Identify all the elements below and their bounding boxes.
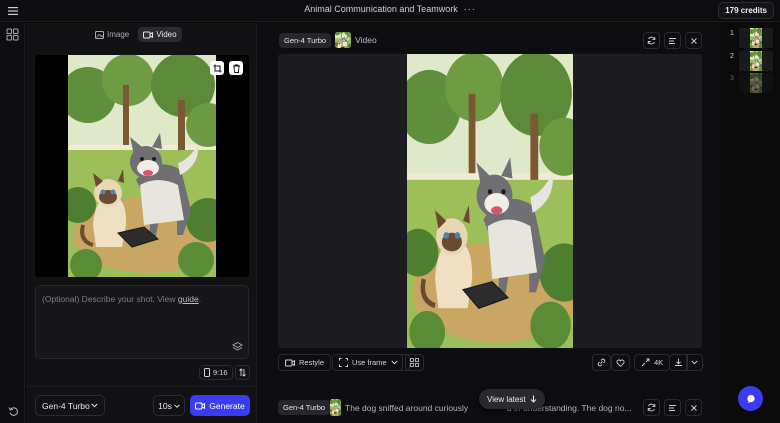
arrow-down-icon: [530, 395, 537, 403]
grid-icon[interactable]: [6, 28, 19, 41]
upscale-4k-button[interactable]: 4K: [634, 354, 671, 371]
history-icon[interactable]: [8, 406, 19, 417]
aspect-ratio-label: 9:16: [213, 368, 228, 377]
navigator-index: 1: [730, 30, 734, 37]
generated-video-frame: [407, 54, 573, 348]
view-latest-label: View latest: [487, 394, 526, 404]
model-chip: Gen-4 Turbo: [278, 400, 331, 415]
prompt-input[interactable]: (Optional) Describe your shot. View guid…: [35, 285, 249, 359]
generation-panel: Image Video (Optional) Describe your sho…: [26, 23, 257, 423]
download-options[interactable]: [686, 354, 703, 371]
favorite-button[interactable]: [611, 354, 630, 371]
link-icon: [597, 358, 606, 367]
rerun-icon[interactable]: [643, 399, 660, 416]
upscale-icon: [641, 358, 650, 367]
output-prompt-head: The dog sniffed around curiously: [345, 403, 469, 413]
use-frame-label: Use frame: [352, 358, 387, 367]
source-image-preview: [35, 55, 249, 277]
output-navigator: 1 2 3: [722, 23, 780, 423]
navigator-thumbnail: [739, 28, 773, 48]
close-icon[interactable]: [685, 32, 702, 49]
chat-icon: [746, 394, 756, 404]
output-kind: Video: [355, 35, 377, 45]
layers-icon[interactable]: [232, 341, 243, 352]
navigator-index: 3: [730, 75, 734, 82]
tab-image-label: Image: [107, 30, 130, 39]
more-options-icon[interactable]: ···: [464, 4, 476, 14]
card-actions: [643, 32, 702, 49]
tab-image[interactable]: Image: [90, 27, 134, 42]
view-latest-button[interactable]: View latest: [479, 389, 545, 409]
output-card-header: Gen-4 Turbo Video: [279, 32, 377, 48]
generate-button[interactable]: Generate: [190, 395, 250, 416]
source-thumbnail[interactable]: [330, 399, 341, 416]
phone-icon: [204, 368, 210, 377]
output-feed: Gen-4 Turbo Video Restyle Use frame 4K G…: [258, 23, 720, 423]
upscale-4k-label: 4K: [654, 358, 664, 367]
close-icon[interactable]: [685, 399, 702, 416]
chat-support-button[interactable]: [738, 386, 763, 411]
output-actions: Restyle Use frame 4K: [278, 354, 703, 371]
navigator-index: 2: [730, 53, 734, 60]
model-select[interactable]: Gen-4 Turbo: [35, 395, 105, 416]
use-frame-dropdown[interactable]: [387, 354, 403, 371]
source-thumbnail[interactable]: [335, 32, 351, 48]
mode-toggle: Image Video: [90, 27, 182, 42]
prompt-placeholder-text: (Optional) Describe your shot. View: [42, 294, 178, 304]
generate-label: Generate: [209, 400, 245, 411]
guide-link[interactable]: guide: [178, 294, 199, 304]
top-bar: Animal Communication and Teamwork ··· 179…: [0, 0, 780, 22]
session-title[interactable]: Animal Communication and Teamwork ···: [0, 4, 780, 14]
heart-icon: [616, 359, 625, 367]
generate-bar: Gen-4 Turbo 10s Generate: [26, 386, 257, 423]
navigator-thumbnail: [739, 73, 773, 93]
video-player[interactable]: [278, 54, 702, 348]
model-chip: Gen-4 Turbo: [279, 32, 332, 48]
prompt-placeholder-suffix: .: [198, 294, 202, 304]
output-card-2: Gen-4 Turbo The dog sniffed around curio…: [278, 389, 702, 417]
delete-icon[interactable]: [229, 61, 243, 75]
preview-tools: [210, 61, 243, 75]
video-icon: [285, 359, 295, 367]
tab-video[interactable]: Video: [138, 27, 182, 42]
aspect-ratio-button[interactable]: 9:16: [199, 365, 233, 380]
details-icon[interactable]: [664, 399, 681, 416]
image-icon: [95, 30, 104, 39]
navigator-item[interactable]: 3: [730, 73, 773, 93]
frame-icon: [339, 358, 348, 367]
navigator-item[interactable]: 1: [730, 28, 773, 48]
video-icon: [143, 31, 154, 39]
rerun-icon[interactable]: [643, 32, 660, 49]
model-select-value: Gen-4 Turbo: [42, 400, 90, 411]
swap-icon[interactable]: [235, 365, 250, 380]
download-icon: [674, 358, 683, 367]
sparkle-icon: [410, 358, 419, 367]
video-camera-icon: [195, 402, 206, 410]
restyle-label: Restyle: [299, 358, 325, 367]
tab-video-label: Video: [156, 30, 177, 39]
session-title-text: Animal Communication and Teamwork: [304, 4, 458, 14]
details-icon[interactable]: [664, 32, 681, 49]
source-image: [68, 55, 216, 277]
chevron-down-icon: [174, 403, 180, 408]
duration-select[interactable]: 10s: [153, 395, 185, 416]
navigator-thumbnail: [739, 51, 773, 71]
link-button[interactable]: [592, 354, 611, 371]
expand-button[interactable]: [405, 354, 424, 371]
card-2-actions: [643, 399, 702, 416]
chevron-down-icon: [691, 360, 698, 365]
left-rail: [0, 23, 25, 423]
chevron-down-icon: [391, 360, 398, 365]
navigator-item[interactable]: 2: [730, 51, 773, 71]
crop-icon[interactable]: [210, 61, 224, 75]
chevron-down-icon: [91, 403, 98, 408]
prompt-placeholder: (Optional) Describe your shot. View guid…: [42, 294, 201, 304]
credits-badge[interactable]: 179 credits: [718, 2, 774, 19]
restyle-button[interactable]: Restyle: [278, 354, 332, 371]
duration-value: 10s: [158, 400, 172, 411]
